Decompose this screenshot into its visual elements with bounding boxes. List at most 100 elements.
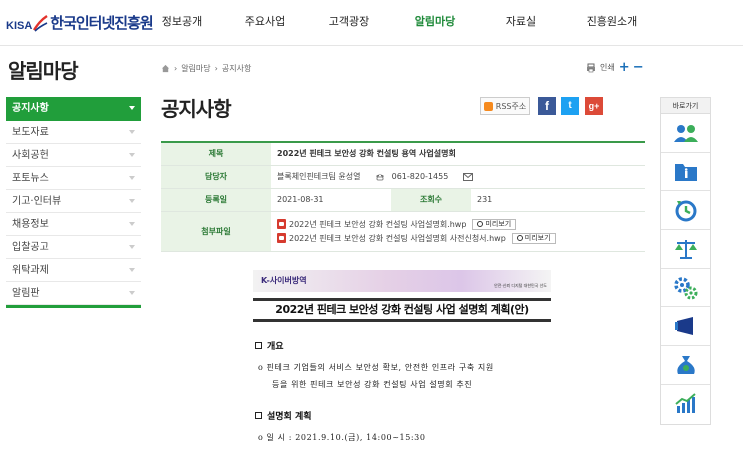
preview-button[interactable]: 미리보기: [511, 232, 556, 244]
gnb-item-customer-plaza[interactable]: 고객광장: [306, 0, 392, 46]
sidebar-item-label: 입찰공고: [12, 242, 49, 253]
print-label[interactable]: 인쇄: [600, 62, 615, 73]
hwp-file-icon: [277, 233, 286, 243]
chevron-down-icon: [129, 130, 135, 134]
sidebar-item-bulletin[interactable]: 알림판: [6, 282, 141, 305]
date-value: 2021-08-31: [271, 188, 391, 212]
sidebar-item-social[interactable]: 사회공헌: [6, 144, 141, 167]
sidebar-item-label: 공지사항: [12, 103, 49, 114]
zoom-out-icon[interactable]: −: [633, 61, 644, 74]
table-row: 첨부파일 2022년 핀테크 보안성 강화 컨설팅 사업설명회.hwp 미리보기…: [161, 211, 645, 252]
sidebar-item-notices[interactable]: 공지사항: [6, 97, 141, 121]
logo-kisa-text: KISA: [6, 20, 33, 32]
sidebar-item-commissioned[interactable]: 위탁과제: [6, 259, 141, 282]
sidebar-item-label: 위탁과제: [12, 265, 49, 276]
site-logo[interactable]: KISA 한국인터넷진흥원: [6, 8, 154, 32]
doc-paragraph: o 일 시 : 2021.9.10.(금), 14:00~15:30: [258, 433, 426, 442]
gears-icon: [673, 276, 697, 300]
quick-item-chart[interactable]: [661, 385, 710, 424]
hwp-file-icon: [277, 219, 286, 229]
banner-tagline: 안전·신뢰 디지털 대한민국 선도: [494, 283, 547, 288]
breadcrumb-item-current: 공지사항: [221, 64, 252, 73]
rss-label: RSS주소: [495, 101, 527, 111]
attachment-link[interactable]: 2022년 핀테크 보안성 강화 컨설팅 사업설명회 사전신청서.hwp: [289, 233, 506, 244]
site-header: KISA 한국인터넷진흥원 정보공개 주요사업 고객광장 알림마당 자료실 진흥…: [0, 0, 743, 46]
section-heading-text: 설명회 계획: [267, 412, 312, 422]
quick-item-money[interactable]: [661, 346, 710, 385]
views-value: 231: [471, 188, 645, 212]
gnb-item-about[interactable]: 진흥원소개: [564, 0, 660, 46]
chevron-down-icon: [129, 245, 135, 249]
twitter-share-icon[interactable]: t: [561, 97, 579, 115]
manager-value: 블록체인핀테크팀 윤성열: [277, 172, 361, 181]
sidebar-item-jobs[interactable]: 채용정보: [6, 213, 141, 236]
breadcrumb-separator: ›: [174, 64, 178, 73]
phone-icon: [376, 174, 385, 180]
attachment-item: 2022년 핀테크 보안성 강화 컨설팅 사업설명회.hwp 미리보기: [277, 217, 639, 231]
chevron-down-icon: [129, 106, 135, 110]
gnb-item-main-business[interactable]: 주요사업: [224, 0, 306, 46]
gnb-item-notice-board[interactable]: 알림마당: [392, 0, 478, 46]
quick-item-scales[interactable]: [661, 230, 710, 269]
chevron-down-icon: [129, 176, 135, 180]
logo-name-text: 한국인터넷진흥원: [50, 14, 153, 32]
sidebar-item-interviews[interactable]: 기고·인터뷰: [6, 190, 141, 213]
scales-icon: [674, 239, 697, 259]
files-cell: 2022년 핀테크 보안성 강화 컨설팅 사업설명회.hwp 미리보기 2022…: [271, 211, 645, 252]
phone-value: 061-820-1455: [391, 172, 449, 181]
sidebar-bottom-bar: [6, 305, 141, 308]
logo-swoosh-icon: [33, 15, 48, 32]
date-header: 등록일: [161, 188, 271, 212]
sidebar-item-label: 보도자료: [12, 127, 49, 138]
notice-info-table: 제목 2022년 핀테크 보안성 강화 컨설팅 용역 사업설명회 담당자 블록체…: [161, 141, 645, 252]
home-icon[interactable]: [161, 64, 170, 73]
attachment-link[interactable]: 2022년 핀테크 보안성 강화 컨설팅 사업설명회.hwp: [289, 219, 466, 230]
sidebar-item-label: 알림판: [12, 288, 40, 299]
chevron-down-icon: [129, 222, 135, 226]
table-row: 담당자 블록체인핀테크팀 윤성열 061-820-1455: [161, 165, 645, 189]
quick-item-megaphone[interactable]: [661, 307, 710, 347]
people-icon: [673, 124, 698, 142]
gnb-item-info-disclosure[interactable]: 정보공개: [140, 0, 224, 46]
sidebar-item-bids[interactable]: 입찰공고: [6, 236, 141, 259]
preview-button[interactable]: 미리보기: [472, 218, 517, 230]
quick-item-gears[interactable]: [661, 269, 710, 308]
page-title: 공지사항: [161, 97, 232, 121]
google-plus-share-icon[interactable]: g+: [585, 97, 603, 115]
email-icon[interactable]: [462, 172, 473, 181]
preview-label: 미리보기: [485, 220, 512, 228]
global-nav: 정보공개 주요사업 고객광장 알림마당 자료실 진흥원소개: [140, 0, 660, 46]
rss-button[interactable]: RSS주소: [480, 97, 530, 115]
print-icon[interactable]: [586, 63, 596, 73]
doc-paragraph: o 핀테크 기업들의 서비스 보안성 확보, 안전한 인프라 구축 지원: [258, 363, 494, 372]
quick-menu-title: 바로가기: [661, 98, 710, 114]
doc-title: 2022년 핀테크 보안성 강화 컨설팅 사업 설명회 계획(안): [253, 298, 551, 322]
breadcrumb-separator: ›: [214, 64, 218, 73]
rss-icon: [483, 101, 493, 111]
gnb-item-resources[interactable]: 자료실: [478, 0, 564, 46]
section-heading-text: 개요: [267, 342, 284, 352]
quick-menu: 바로가기: [660, 97, 711, 425]
table-row: 제목 2022년 핀테크 보안성 강화 컨설팅 용역 사업설명회: [161, 142, 645, 166]
zoom-in-icon[interactable]: +: [619, 61, 630, 74]
doc-section-heading: 설명회 계획: [255, 409, 312, 422]
sidebar-title: 알림마당: [8, 59, 79, 83]
notice-title-value: 2022년 핀테크 보안성 강화 컨설팅 용역 사업설명회: [271, 142, 645, 166]
title-header: 제목: [161, 142, 271, 166]
sidebar-nav: 공지사항 보도자료 사회공헌 포토뉴스 기고·인터뷰 채용정보 입찰공고 위탁과…: [6, 97, 141, 308]
manager-header: 담당자: [161, 165, 271, 189]
sidebar-item-label: 채용정보: [12, 219, 49, 230]
sidebar-item-press[interactable]: 보도자료: [6, 121, 141, 144]
square-bullet-icon: [255, 412, 262, 419]
files-header: 첨부파일: [161, 211, 271, 252]
sidebar-item-photo-news[interactable]: 포토뉴스: [6, 167, 141, 190]
quick-item-people[interactable]: [661, 114, 710, 153]
quick-item-info[interactable]: [661, 153, 710, 192]
square-bullet-icon: [255, 342, 262, 349]
breadcrumb-item[interactable]: 알림마당: [181, 63, 210, 74]
quick-item-clock[interactable]: [661, 191, 710, 231]
preview-label: 미리보기: [524, 234, 551, 242]
banner-slogan: K-사이버방역: [261, 276, 307, 285]
money-bag-icon: [676, 355, 695, 374]
facebook-share-icon[interactable]: f: [538, 97, 556, 115]
